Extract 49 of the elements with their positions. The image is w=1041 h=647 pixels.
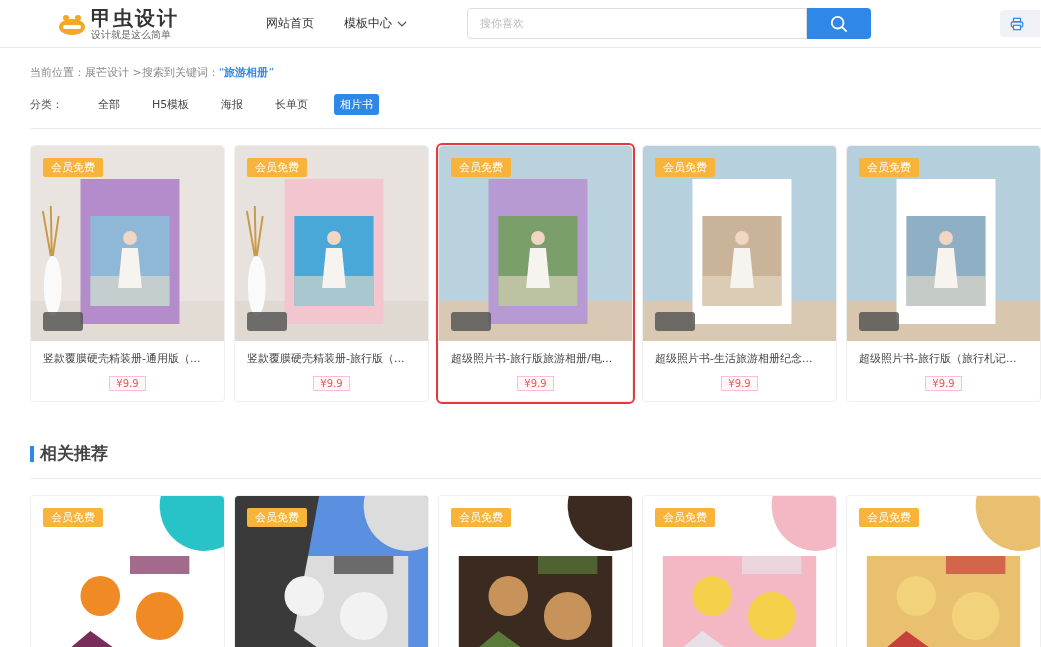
- card-title: 超级照片书-生活旅游相册纪念...: [654, 351, 814, 366]
- member-free-badge: 会员免费: [655, 158, 715, 177]
- template-card[interactable]: 会员免费 竖款覆膜硬壳精装册-旅行版（... ¥9.9: [234, 145, 429, 402]
- member-free-badge: 会员免费: [451, 508, 511, 527]
- category-label: 分类：: [30, 96, 64, 112]
- category-tab[interactable]: H5模板: [146, 93, 196, 115]
- category-tab[interactable]: 长单页: [269, 93, 315, 115]
- card-title: 竖款覆膜硬壳精装册-旅行版（...: [246, 351, 406, 366]
- price-tag: ¥9.9: [721, 376, 758, 391]
- member-free-badge: 会员免费: [451, 158, 511, 177]
- card-title: 竖款覆膜硬壳精装册-通用版（...: [42, 351, 202, 366]
- member-free-badge: 会员免费: [43, 158, 103, 177]
- member-free-badge: 会员免费: [655, 508, 715, 527]
- template-card[interactable]: 会员免费 超级照片书-生活旅游相册纪念... ¥9.9: [642, 145, 837, 402]
- price-tag: ¥9.9: [109, 376, 146, 391]
- search-button[interactable]: [807, 8, 871, 39]
- template-card[interactable]: 会员免费 竖款覆膜硬壳精装册-通用版（... ¥9.9: [30, 145, 225, 402]
- image-tag: [859, 312, 899, 331]
- printer-icon: [1010, 16, 1024, 31]
- member-free-badge: 会员免费: [859, 158, 919, 177]
- logo-name: 甲虫设计: [91, 7, 179, 28]
- member-free-badge: 会员免费: [43, 508, 103, 527]
- category-tab[interactable]: 相片书: [334, 93, 380, 115]
- price-tag: ¥9.9: [313, 376, 350, 391]
- search-field[interactable]: 搜你喜欢: [467, 8, 807, 39]
- image-tag: [247, 312, 287, 331]
- price-tag: ¥9.9: [517, 376, 554, 391]
- chevron-down-icon: [397, 20, 407, 27]
- price-tag: ¥9.9: [925, 376, 962, 391]
- image-tag: [43, 312, 83, 331]
- member-free-badge: 会员免费: [247, 158, 307, 177]
- template-card[interactable]: 会员免费 超级照片书-旅行版（旅行札记... ¥9.9: [846, 145, 1041, 402]
- search-icon: [830, 14, 848, 33]
- image-tag: [451, 312, 491, 331]
- breadcrumb: 当前位置：展芒设计 >搜索到关键词：“旅游相册”: [30, 65, 276, 81]
- image-tag: [655, 312, 695, 331]
- nav-link[interactable]: 模板中心: [344, 15, 407, 32]
- printer-button[interactable]: [1000, 10, 1040, 37]
- category-tab[interactable]: 全部: [92, 93, 126, 115]
- breadcrumb-link[interactable]: 展芒设计: [85, 66, 129, 79]
- card-title: 超级照片书-旅行版旅游相册/电...: [450, 351, 614, 366]
- template-card[interactable]: 会员免费 超级照片书-旅行版旅游相册/电... ¥9.9: [438, 145, 633, 402]
- nav-link[interactable]: 网站首页: [266, 15, 314, 32]
- logo-tagline: 设计就是这么简单: [91, 29, 172, 40]
- category-tab[interactable]: 海报: [215, 93, 250, 115]
- member-free-badge: 会员免费: [859, 508, 919, 527]
- card-title: 超级照片书-旅行版（旅行札记...: [858, 351, 1018, 366]
- section-title: 相关推荐: [40, 442, 108, 465]
- member-free-badge: 会员免费: [247, 508, 307, 527]
